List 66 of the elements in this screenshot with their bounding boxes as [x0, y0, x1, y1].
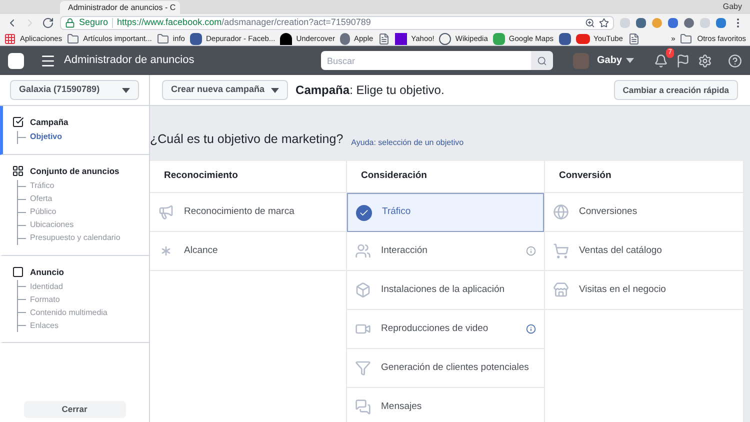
folder-icon: [67, 32, 80, 44]
objective-option[interactable]: Interacción: [347, 232, 544, 271]
column-heading: Reconocimiento: [164, 169, 238, 184]
star-icon[interactable]: [599, 18, 609, 28]
close-button[interactable]: Cerrar: [24, 401, 126, 418]
folder-icon: [680, 32, 692, 44]
url-text: https://www.facebook.com/adsmanager/creation?act=71590789: [117, 16, 371, 30]
marketing-question: ¿Cuál es tu objetivo de marketing?: [150, 131, 344, 148]
objective-option[interactable]: Instalaciones de la aplicación: [347, 271, 544, 310]
objective-option[interactable]: Alcance: [150, 232, 346, 271]
address-field[interactable]: Seguro https://www.facebook.com/adsmanager/creation?act=71590789: [60, 16, 614, 30]
settings-icon[interactable]: [698, 54, 712, 68]
browser-tab[interactable]: Administrador de anuncios - C: [60, 1, 180, 14]
caret-icon: [270, 88, 279, 92]
objective-option[interactable]: Reproducciones de video: [347, 310, 544, 349]
menu-icon[interactable]: [40, 52, 56, 68]
sidebar-step[interactable]: Objetivo: [30, 131, 62, 144]
objective-option[interactable]: Visitas en el negocio: [545, 271, 743, 310]
user-menu[interactable]: Gaby: [596, 53, 634, 68]
cart-icon: [553, 243, 569, 259]
objective-option[interactable]: Tráfico: [347, 193, 544, 232]
page-icon: [378, 32, 390, 44]
reload-icon[interactable]: [42, 17, 54, 29]
checkbox-icon: [12, 116, 24, 128]
search-icon: [536, 56, 547, 66]
objective-option[interactable]: Mensajes: [347, 388, 544, 422]
column-heading: Consideración: [361, 169, 427, 184]
box-icon: [355, 282, 371, 298]
quick-creation-button[interactable]: Cambiar a creación rápida: [614, 80, 738, 100]
page-icon: [628, 32, 640, 44]
folder-icon: [156, 32, 169, 44]
caret-icon: [122, 88, 130, 92]
info-icon[interactable]: [526, 324, 536, 334]
objective-option[interactable]: Conversiones: [545, 193, 743, 232]
zoom-icon[interactable]: [585, 18, 595, 28]
square-icon: [12, 266, 24, 278]
store-icon: [553, 282, 569, 298]
notifications-icon[interactable]: [654, 54, 668, 68]
people-icon: [355, 243, 371, 259]
chat-bubbles-icon: [355, 399, 371, 415]
app-title: Administrador de anuncios: [64, 53, 194, 68]
browser-user-name[interactable]: Gaby: [722, 1, 742, 13]
caret-icon: [626, 58, 634, 63]
section-title[interactable]: Anuncio: [30, 266, 64, 278]
section-title[interactable]: Campaña: [30, 116, 68, 129]
help-link[interactable]: Ayuda: selección de un objetivo: [351, 137, 464, 149]
page-heading: Campaña: Elige tu objetivo.: [296, 82, 444, 99]
objective-option[interactable]: Generación de clientes potenciales: [347, 349, 544, 388]
grid-icon: [12, 165, 24, 178]
objective-option[interactable]: Ventas del catálogo: [545, 232, 743, 271]
info-icon[interactable]: [526, 246, 536, 256]
apps-grid-icon: [4, 32, 16, 44]
search-button[interactable]: [530, 51, 553, 70]
secure-label: Seguro: [79, 16, 108, 30]
globe-icon: [553, 204, 569, 220]
megaphone-icon: [158, 204, 174, 220]
lock-icon: [65, 18, 75, 28]
objective-option[interactable]: Reconocimiento de marca: [150, 193, 346, 232]
help-icon[interactable]: [728, 54, 742, 68]
create-campaign-button[interactable]: Crear nueva campaña: [162, 80, 288, 100]
column-heading: Conversión: [559, 169, 612, 184]
account-dropdown[interactable]: Galaxia (71590789): [10, 80, 139, 100]
search-field[interactable]: Buscar: [320, 51, 531, 70]
flag-icon[interactable]: [676, 54, 690, 68]
section-title[interactable]: Conjunto de anuncios: [30, 164, 120, 178]
funnel-icon: [355, 360, 371, 376]
